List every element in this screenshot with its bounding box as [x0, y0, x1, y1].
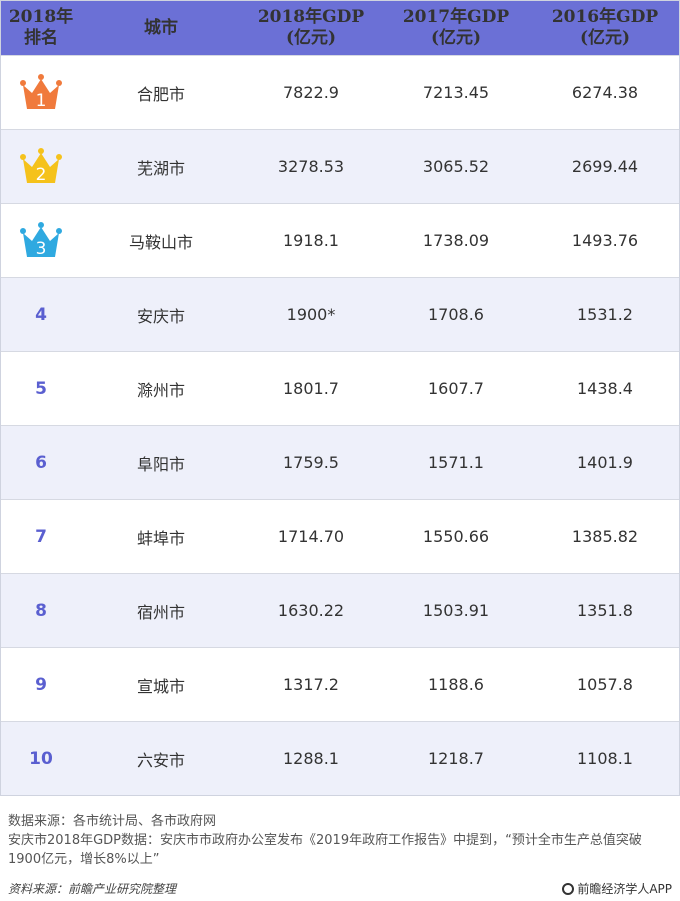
rank-cell: 2 — [1, 130, 81, 203]
rank-number: 2 — [36, 165, 47, 185]
header-rank: 2018年 排名 — [8, 7, 74, 48]
gdp-2018-cell: 7822.9 — [283, 83, 339, 102]
gdp-2017-cell: 1708.6 — [428, 305, 484, 324]
gdp-2018-cell: 1630.22 — [277, 601, 345, 620]
brand-logo-icon — [562, 882, 575, 895]
gdp-2018-cell: 1801.7 — [283, 379, 339, 398]
gdp-2018-cell: 1759.5 — [283, 453, 339, 472]
city-cell: 芜湖市 — [136, 158, 185, 178]
rank-number: 4 — [35, 304, 47, 325]
rank-cell: 4 — [1, 278, 81, 351]
city-cell: 阜阳市 — [136, 454, 185, 474]
city-cell: 宣城市 — [136, 676, 185, 696]
gdp-2018-cell: 1900* — [286, 305, 336, 324]
gdp-2016-cell: 1438.4 — [577, 379, 633, 398]
city-cell: 合肥市 — [136, 84, 185, 104]
gdp-note: 安庆市2018年GDP数据：安庆市市政府办公室发布《2019年政府工作报告》中提… — [8, 833, 642, 867]
table-row: 9 宣城市 1317.2 1188.6 1057.8 — [1, 647, 679, 721]
rank-cell: 3 — [1, 204, 81, 277]
header-gdp-2018: 2018年GDP (亿元) — [257, 7, 365, 48]
table-header: 2018年 排名 城市 2018年GDP (亿元) 2017年GDP (亿元) … — [1, 1, 679, 55]
gdp-2017-cell: 1550.66 — [422, 527, 490, 546]
gdp-2017-cell: 1188.6 — [428, 675, 484, 694]
gdp-2017-cell: 1607.7 — [428, 379, 484, 398]
city-cell: 滁州市 — [136, 380, 185, 400]
city-cell: 马鞍山市 — [128, 232, 193, 252]
rank-cell: 10 — [1, 722, 81, 795]
gdp-2017-cell: 3065.52 — [422, 157, 490, 176]
rank-cell: 6 — [1, 426, 81, 499]
gdp-2017-cell: 1571.1 — [428, 453, 484, 472]
gdp-2018-cell: 1288.1 — [283, 749, 339, 768]
table-row: 4 安庆市 1900* 1708.6 1531.2 — [1, 277, 679, 351]
header-gdp-2016: 2016年GDP (亿元) — [551, 7, 659, 48]
gdp-2016-cell: 1401.9 — [577, 453, 633, 472]
header-city: 城市 — [144, 17, 178, 38]
gdp-2018-cell: 3278.53 — [277, 157, 345, 176]
rank-cell: 1 — [1, 56, 81, 129]
city-cell: 蚌埠市 — [136, 528, 185, 548]
table-row: 2 芜湖市 3278.53 3065.52 2699.44 — [1, 129, 679, 203]
gdp-2018-cell: 1714.70 — [277, 527, 345, 546]
gdp-2018-cell: 1317.2 — [283, 675, 339, 694]
table-row: 10 六安市 1288.1 1218.7 1108.1 — [1, 721, 679, 795]
table-row: 6 阜阳市 1759.5 1571.1 1401.9 — [1, 425, 679, 499]
gdp-2017-cell: 1503.91 — [422, 601, 490, 620]
table-row: 7 蚌埠市 1714.70 1550.66 1385.82 — [1, 499, 679, 573]
table-row: 1 合肥市 7822.9 7213.45 6274.38 — [1, 55, 679, 129]
city-cell: 安庆市 — [136, 306, 185, 326]
rank-cell: 8 — [1, 574, 81, 647]
rank-number: 8 — [35, 600, 47, 621]
rank-cell: 9 — [1, 648, 81, 721]
crown-icon: 2 — [20, 147, 62, 185]
rank-cell: 5 — [1, 352, 81, 425]
rank-number: 3 — [36, 239, 47, 259]
gdp-2018-cell: 1918.1 — [283, 231, 339, 250]
gdp-2016-cell: 1493.76 — [571, 231, 639, 250]
city-cell: 六安市 — [136, 750, 185, 770]
compiled-by: 资料来源：前瞻产业研究院整理 — [8, 882, 177, 896]
brand-label: 前瞻经济学人APP — [562, 880, 672, 897]
gdp-2016-cell: 1108.1 — [577, 749, 633, 768]
table-body: 1 合肥市 7822.9 7213.45 6274.38 2 芜湖市 3278.53 3065.… — [1, 55, 679, 795]
gdp-2016-cell: 1351.8 — [577, 601, 633, 620]
city-cell: 宿州市 — [136, 602, 185, 622]
rank-number: 1 — [36, 91, 47, 111]
gdp-2016-cell: 6274.38 — [571, 83, 639, 102]
footer-notes: 数据来源：各市统计局、各市政府网 安庆市2018年GDP数据：安庆市市政府办公室… — [8, 812, 672, 869]
table-row: 5 滁州市 1801.7 1607.7 1438.4 — [1, 351, 679, 425]
crown-icon: 1 — [20, 73, 62, 111]
data-source: 数据来源：各市统计局、各市政府网 — [8, 814, 217, 829]
rank-number: 9 — [35, 674, 47, 695]
gdp-2016-cell: 1057.8 — [577, 675, 633, 694]
header-gdp-2017: 2017年GDP (亿元) — [402, 7, 510, 48]
rank-number: 7 — [35, 526, 47, 547]
table-row: 3 马鞍山市 1918.1 1738.09 1493.76 — [1, 203, 679, 277]
gdp-2017-cell: 7213.45 — [422, 83, 490, 102]
rank-number: 6 — [35, 452, 47, 473]
brand-text: 前瞻经济学人APP — [577, 882, 672, 896]
gdp-2016-cell: 1385.82 — [571, 527, 639, 546]
crown-icon: 3 — [20, 221, 62, 259]
gdp-2016-cell: 1531.2 — [577, 305, 633, 324]
rank-number: 10 — [29, 748, 53, 769]
gdp-2017-cell: 1218.7 — [428, 749, 484, 768]
rank-number: 5 — [35, 378, 47, 399]
gdp-2016-cell: 2699.44 — [571, 157, 639, 176]
gdp-ranking-table: 2018年 排名 城市 2018年GDP (亿元) 2017年GDP (亿元) … — [0, 0, 680, 796]
rank-cell: 7 — [1, 500, 81, 573]
table-row: 8 宿州市 1630.22 1503.91 1351.8 — [1, 573, 679, 647]
gdp-2017-cell: 1738.09 — [422, 231, 490, 250]
